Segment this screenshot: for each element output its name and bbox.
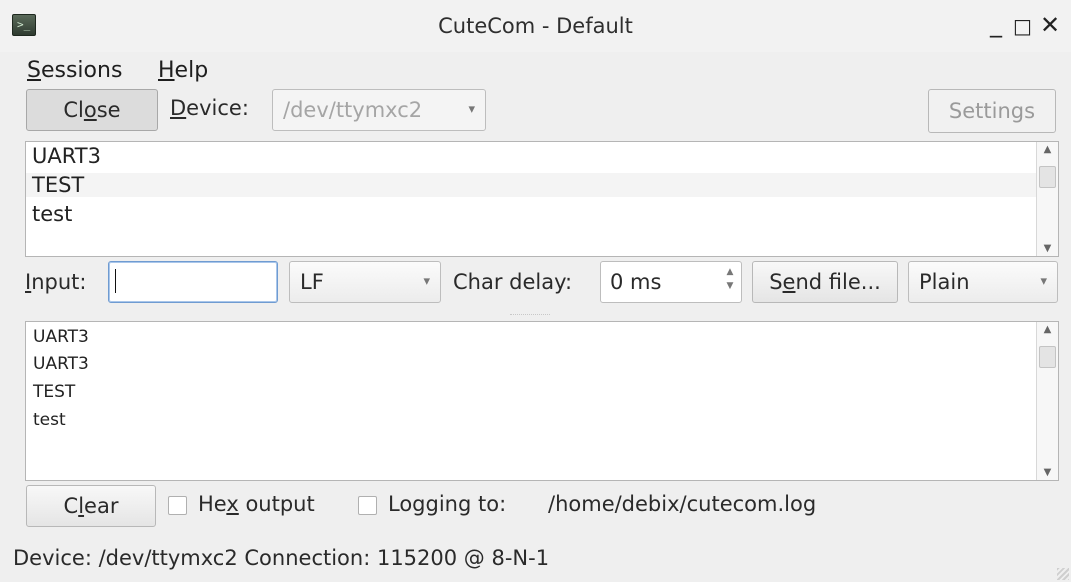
scroll-up-icon[interactable]: ▲	[1037, 324, 1058, 335]
menu-bar: Sessions Help	[0, 54, 1071, 88]
input-label: Input:	[25, 270, 87, 294]
protocol-value: Plain	[919, 270, 970, 294]
logging-checkbox[interactable]	[358, 496, 377, 515]
hex-output-label[interactable]: Hex output	[198, 492, 315, 516]
scroll-up-icon[interactable]: ▲	[1037, 144, 1058, 155]
device-value: /dev/ttymxc2	[283, 98, 423, 122]
char-delay-spinbox[interactable]: 0 ms ▲ ▼	[600, 261, 742, 303]
hex-output-checkbox[interactable]	[168, 496, 187, 515]
clear-button[interactable]: Clear	[26, 485, 156, 527]
output-line: UART3	[33, 354, 89, 374]
scrollbar-thumb[interactable]	[1039, 166, 1056, 188]
device-combobox[interactable]: /dev/ttymxc2 ▾	[272, 89, 486, 131]
send-file-button[interactable]: Send file...	[752, 261, 898, 303]
list-item[interactable]: TEST	[26, 173, 1036, 197]
char-delay-value: 0 ms	[610, 270, 662, 294]
close-button[interactable]: Close	[26, 89, 158, 131]
text-caret	[115, 269, 116, 293]
minimize-icon[interactable]: _	[990, 10, 1002, 38]
menu-help[interactable]: Help	[158, 58, 208, 83]
list-item[interactable]: UART3	[26, 144, 1036, 168]
log-file-path: /home/debix/cutecom.log	[548, 492, 817, 516]
line-end-value: LF	[300, 270, 324, 294]
scroll-down-icon[interactable]: ▼	[1037, 467, 1058, 478]
device-label: Device:	[170, 96, 249, 120]
history-list[interactable]: UART3 TEST test ▲ ▼	[25, 141, 1059, 257]
history-scrollbar[interactable]: ▲ ▼	[1036, 142, 1058, 256]
maximize-icon[interactable]: □	[1013, 14, 1032, 38]
close-window-icon[interactable]: ✕	[1040, 11, 1060, 39]
output-line: test	[33, 410, 66, 430]
protocol-combobox[interactable]: Plain ▾	[908, 261, 1058, 303]
settings-button[interactable]: Settings	[928, 89, 1056, 133]
line-end-combobox[interactable]: LF ▾	[289, 261, 441, 303]
output-area[interactable]: UART3 UART3 TEST test ▲ ▼	[25, 321, 1059, 481]
chevron-down-icon: ▾	[423, 274, 430, 289]
list-item[interactable]: test	[26, 202, 1036, 226]
title-bar: >_ CuteCom - Default _ □ ✕	[0, 0, 1071, 52]
chevron-down-icon: ▾	[1040, 274, 1047, 289]
char-delay-label: Char delay:	[453, 270, 573, 294]
chevron-down-icon: ▾	[468, 102, 475, 117]
resize-grip-icon[interactable]	[1057, 568, 1069, 580]
status-bar-text: Device: /dev/ttymxc2 Connection: 115200 …	[13, 546, 550, 570]
scroll-down-icon[interactable]: ▼	[1037, 243, 1058, 254]
scrollbar-thumb[interactable]	[1039, 346, 1056, 368]
menu-sessions[interactable]: Sessions	[27, 58, 122, 83]
output-line: UART3	[33, 327, 89, 347]
spin-arrows-icon[interactable]: ▲ ▼	[723, 265, 737, 293]
output-scrollbar[interactable]: ▲ ▼	[1036, 322, 1058, 480]
window-title: CuteCom - Default	[438, 14, 633, 38]
logging-label[interactable]: Logging to:	[388, 492, 506, 516]
output-line: TEST	[33, 382, 76, 402]
input-field[interactable]	[108, 261, 278, 303]
splitter-handle[interactable]	[510, 314, 550, 315]
